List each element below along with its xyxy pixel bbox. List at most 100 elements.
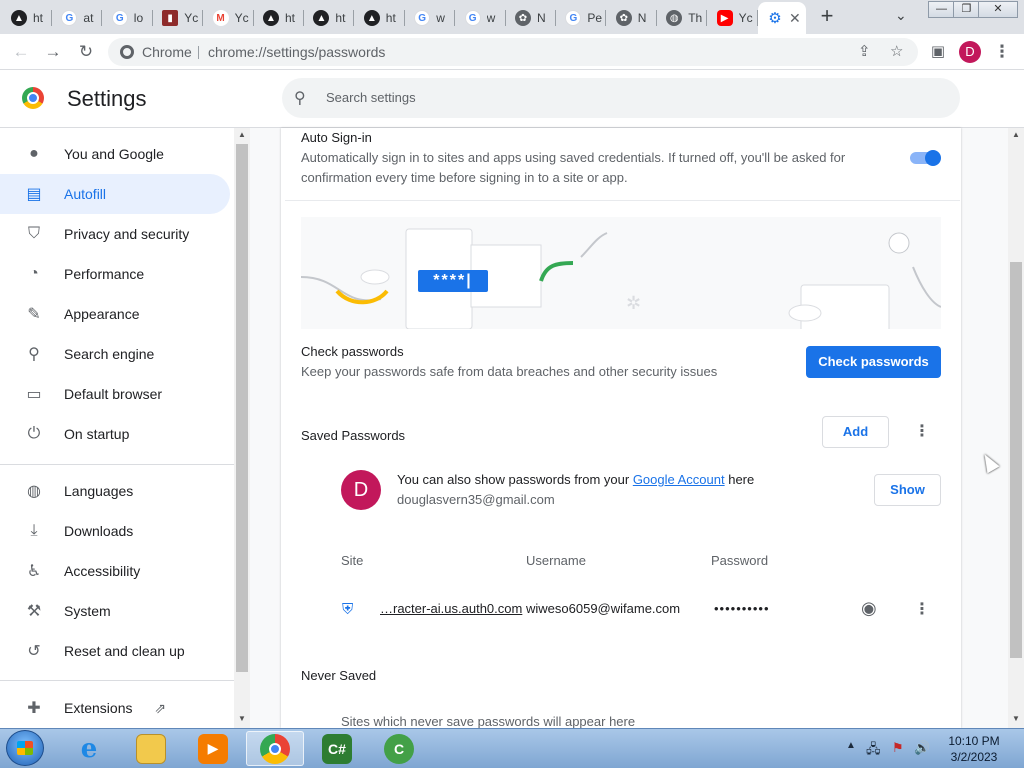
sidebar-item-privacy-and-security[interactable]: ⛉ Privacy and security: [0, 214, 230, 254]
google-icon: G: [565, 10, 582, 26]
browser-tab[interactable]: ▶ Yc: [708, 4, 756, 32]
taskbar-ccleaner[interactable]: C: [370, 731, 428, 766]
taskbar-explorer[interactable]: [122, 731, 180, 766]
address-bar[interactable]: Chrome chrome://settings/passwords ⇪ ☆: [108, 38, 918, 66]
chatgpt-icon: ✿: [615, 10, 632, 26]
reload-icon[interactable]: ↻: [75, 41, 97, 63]
open-in-new-icon[interactable]: ⇗: [154, 700, 166, 717]
browser-tab[interactable]: ▮ Yc: [153, 4, 201, 32]
browser-tab[interactable]: Gw: [456, 4, 504, 32]
browser-tab[interactable]: G Pe: [556, 4, 604, 32]
autosignin-title: Auto Sign-in: [301, 130, 372, 145]
youtube-icon: ▶: [716, 10, 733, 26]
browser-tab[interactable]: ✿ N: [607, 4, 655, 32]
taskbar-clock[interactable]: 10:10 PM 3/2/2023: [944, 733, 1004, 765]
sidebar-item-label: Extensions: [64, 700, 133, 716]
share-icon[interactable]: ⇪: [858, 38, 871, 66]
sidebar-item-autofill[interactable]: ▤ Autofill: [0, 174, 230, 214]
page-scroll-up-icon[interactable]: ▲: [1008, 130, 1024, 139]
minimize-button[interactable]: —: [928, 1, 955, 18]
url-text[interactable]: chrome://settings/passwords: [208, 38, 385, 66]
sidebar-item-accessibility[interactable]: ♿ Accessibility: [0, 551, 230, 591]
show-password-eye-icon[interactable]: ◉: [861, 598, 877, 619]
puzzle-icon: ✚: [27, 700, 41, 717]
media-player-icon: ▶: [198, 733, 228, 764]
autosignin-toggle-knob[interactable]: [925, 150, 941, 166]
sidebar-item-label: Default browser: [64, 386, 163, 402]
search-settings-input[interactable]: ⚲ Search settings: [282, 78, 960, 118]
back-arrow-icon[interactable]: ←: [10, 41, 32, 63]
profile-avatar[interactable]: D: [959, 41, 981, 63]
sidebar-item-languages[interactable]: ◍ Languages: [0, 471, 230, 511]
omnibox-divider: [198, 46, 199, 59]
sidebar-scroll-thumb[interactable]: [236, 144, 248, 672]
close-tab-icon[interactable]: ✕: [789, 10, 801, 27]
new-tab-button[interactable]: +: [815, 5, 839, 29]
browser-tab[interactable]: ✿ N: [506, 4, 554, 32]
sidebar-scroll-up-icon[interactable]: ▲: [234, 130, 250, 139]
sidebar-item-performance[interactable]: ◔ Performance: [0, 254, 230, 294]
sidebar-item-appearance[interactable]: ✎ Appearance: [0, 294, 230, 334]
chrome-site-icon: [120, 45, 134, 59]
tab-settings-active[interactable]: ⚙ ✕: [758, 2, 806, 34]
google-account-link[interactable]: Google Account: [633, 472, 725, 487]
add-password-button[interactable]: Add: [822, 416, 889, 448]
browser-tab[interactable]: Glo: [103, 4, 151, 32]
sidebar-scroll-down-icon[interactable]: ▼: [234, 714, 250, 723]
row-more-actions-icon[interactable]: ⋮: [912, 600, 932, 620]
side-panel-icon[interactable]: ▣: [927, 41, 949, 63]
browser-tab[interactable]: ▲ ht: [355, 4, 403, 32]
row-separator: [285, 200, 960, 201]
autofill-icon: ▤: [26, 186, 42, 203]
sidebar-item-label: Languages: [64, 483, 134, 499]
browser-toolbar: ← → ↻ Chrome chrome://settings/passwords…: [0, 34, 1024, 70]
tab-title: Pe: [587, 11, 603, 25]
taskbar-media-player[interactable]: ▶: [184, 731, 242, 766]
restore-button[interactable]: ❐: [953, 1, 980, 18]
sidebar-item-system[interactable]: ⚒ System: [0, 591, 230, 631]
google-icon: G: [111, 10, 128, 26]
sidebar-item-on-startup[interactable]: ⏻ On startup: [0, 414, 230, 454]
taskbar-csharp[interactable]: C#: [308, 731, 366, 766]
sidebar-item-you-and-google[interactable]: ● You and Google: [0, 134, 230, 174]
tab-title: Th: [688, 11, 703, 25]
taskbar-chrome[interactable]: [246, 731, 304, 766]
sidebar-item-search-engine[interactable]: ⚲ Search engine: [0, 334, 230, 374]
page-title: Settings: [67, 86, 147, 111]
browser-tab[interactable]: Gat: [52, 4, 100, 32]
sidebar-item-extensions[interactable]: ✚ Extensions ⇗: [0, 688, 230, 728]
forward-arrow-icon[interactable]: →: [42, 41, 64, 63]
sidebar-item-downloads[interactable]: ⤓ Downloads: [0, 511, 230, 551]
page-scroll-down-icon[interactable]: ▼: [1008, 714, 1024, 723]
browser-tab[interactable]: ▲ ht: [254, 4, 302, 32]
browser-tab[interactable]: ▲ ht: [304, 4, 352, 32]
page-scroll-thumb[interactable]: [1010, 262, 1022, 658]
volume-icon[interactable]: 🔊: [914, 740, 930, 756]
sidebar-item-default-browser[interactable]: ▭ Default browser: [0, 374, 230, 414]
sidebar-item-reset-and-clean-up[interactable]: ↺ Reset and clean up: [0, 631, 230, 671]
show-account-passwords-button[interactable]: Show: [874, 474, 941, 506]
sidebar-item-label: Accessibility: [64, 563, 141, 579]
saved-site-link[interactable]: …racter-ai.us.auth0.com: [380, 601, 522, 616]
bookmark-star-icon[interactable]: ☆: [890, 38, 903, 66]
close-window-button[interactable]: ✕: [978, 1, 1018, 18]
browser-tab[interactable]: ◍ Th: [657, 4, 705, 32]
browser-tab[interactable]: ▲ ht: [2, 4, 50, 32]
gauge-icon: ◔: [29, 265, 39, 282]
column-header-password: Password: [711, 553, 769, 568]
saved-passwords-menu-icon[interactable]: ⋮: [912, 422, 932, 442]
account-passwords-text: You can also show passwords from your Go…: [397, 472, 754, 487]
tray-expand-icon[interactable]: ▲: [846, 740, 856, 751]
menu-kebab-icon[interactable]: ⋮: [991, 41, 1013, 63]
action-center-icon[interactable]: ⚑: [892, 740, 904, 756]
gear-icon: ⚙: [768, 10, 782, 27]
taskbar-ie[interactable]: e: [60, 731, 118, 766]
google-icon: G: [61, 10, 78, 26]
browser-tab[interactable]: M Yc: [204, 4, 252, 32]
network-icon[interactable]: 🖧: [866, 740, 881, 762]
chatgpt-icon: ✿: [515, 10, 531, 26]
tab-search-icon[interactable]: ⌄: [895, 7, 907, 24]
check-passwords-button[interactable]: Check passwords: [806, 346, 941, 378]
search-placeholder: Search settings: [326, 90, 416, 105]
browser-tab[interactable]: Gw: [405, 4, 453, 32]
